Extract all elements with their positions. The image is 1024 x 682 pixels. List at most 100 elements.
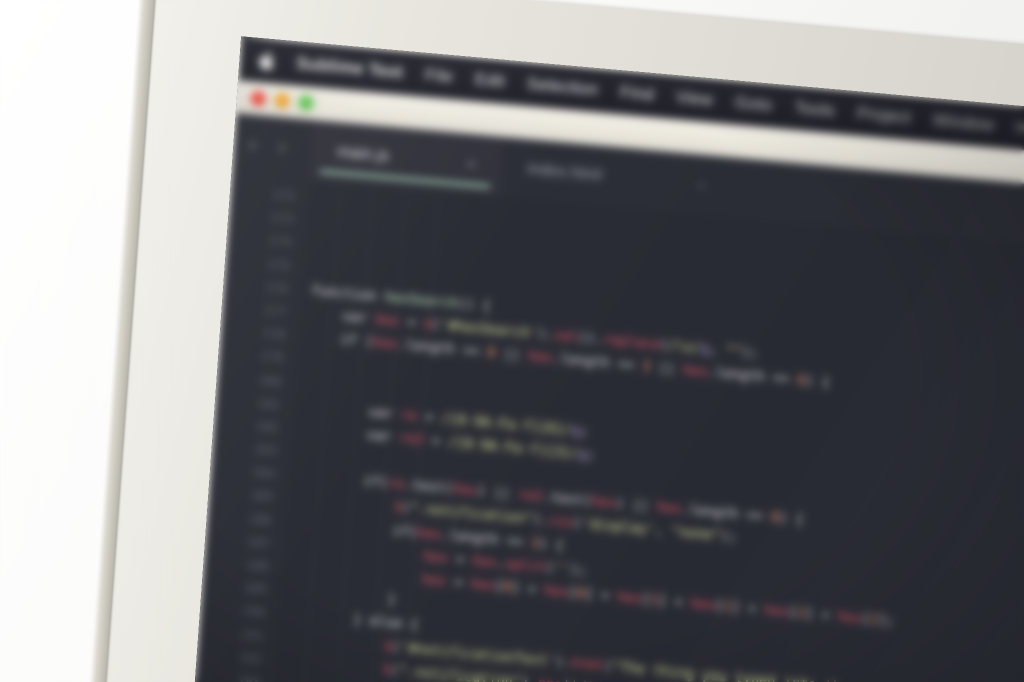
code-token: .length [551,350,619,373]
code-token: () { [457,295,492,315]
code-token: hex [471,552,498,571]
code-token: hex [527,348,554,367]
menu-item-selection[interactable]: Selection [526,74,599,100]
code-token: hex [656,499,682,518]
code-token: ); [719,528,738,546]
tab-label: index.html [526,160,603,184]
menu-item-help[interactable]: Help [1015,118,1024,141]
code-token: if( [297,467,389,492]
code-token: function [310,282,386,305]
laptop-device: Sublime Text File Edit Selection Find Vi… [85,0,1024,682]
code-token: hex [837,608,863,627]
code-token: ) || [615,495,658,516]
code-token: .test( [542,489,593,510]
code-token: hex [543,582,570,601]
code-token: ) || [476,483,519,504]
code-token: .length [440,526,508,549]
code-token: hex [470,575,496,595]
code-token: ; [586,446,596,464]
code-token: '' [553,560,571,578]
menu-item-window[interactable]: Window [932,110,995,135]
code-token: ). [554,653,573,671]
code-token: .length [706,364,774,387]
code-token: re [400,406,418,425]
code-token: if [307,328,366,350]
code-token: ); [741,344,759,362]
code-token: ] + [804,605,839,625]
code-token: ) { [538,535,565,554]
menu-item-project[interactable]: Project [856,103,911,128]
code-content[interactable]: function hexSearch() { var hex = $('#hex… [265,179,1024,682]
menu-item-sublime-text[interactable]: Sublime Text [296,53,404,82]
code-token: hex [616,589,643,608]
code-token: , [708,341,727,359]
laptop-screen: Sublime Text File Edit Selection Find Vi… [191,36,1024,682]
code-token: , [654,522,672,540]
menu-item-edit[interactable]: Edit [474,69,505,92]
code-token: hex [690,595,716,614]
zoom-button[interactable] [298,94,315,112]
code-token: re2 [517,487,544,506]
code-token: (). [578,329,604,348]
code-token: ). [537,325,555,344]
code-token: ). [532,511,550,530]
close-button[interactable] [250,90,267,107]
menu-item-file[interactable]: File [424,65,453,87]
menu-item-goto[interactable]: Goto [734,93,773,116]
code-token: = [416,408,443,427]
code-token: var [308,305,376,328]
minimize-button[interactable] [274,92,291,109]
code-token: .test( [403,476,454,498]
code-token: == [617,356,643,375]
code-token: ). [521,674,538,682]
code-token: ] + [510,579,545,599]
code-token: .length [397,336,464,359]
code-token: css [548,513,575,532]
code-token: ]; [877,612,896,630]
code-token: hex [452,481,478,500]
code-token: ; [579,422,589,440]
code-token: css [537,675,563,682]
code-token: /\s/ [667,337,702,357]
code-token: ] + [657,592,692,612]
screenshot-stage: Sublime Text File Edit Selection Find Vi… [0,0,1024,682]
nav-back-icon[interactable]: ‹ [249,133,258,158]
code-token: || [494,345,529,365]
menu-item-view[interactable]: View [675,87,714,110]
code-token: == [772,370,798,389]
code-token: ] + [731,599,765,619]
code-token: == [506,532,532,551]
code-token: .length [680,501,748,524]
code-token: = [445,573,472,592]
code-token: hex [763,602,790,621]
code-token: ); [569,561,588,579]
tab-close-icon[interactable]: × [697,177,706,193]
code-token: re [387,475,405,493]
code-token: hexSearch [384,288,459,312]
code-token: val [553,327,580,346]
menu-item-tools[interactable]: Tools [794,98,836,122]
tab-nav-arrows: ‹ › [233,131,312,162]
code-token: ] + [584,586,619,605]
code-token: "none" [670,524,721,545]
code-token: = [398,313,425,332]
code-token: html [571,654,605,674]
code-token: var [300,421,400,446]
code-token: hex [372,334,399,353]
apple-logo-icon[interactable] [257,50,275,71]
code-token: hex [682,362,709,381]
code-token: hex [416,524,442,543]
nav-forward-icon[interactable]: › [278,135,287,160]
code-token: ) { [778,510,805,529]
code-token: = [423,432,449,451]
menu-item-find[interactable]: Find [619,82,655,105]
tab-close-icon[interactable]: × [466,155,476,173]
code-token: hex [590,493,617,512]
code-editor[interactable]: 172 173 174 175 176 177 178 179 180 181 182 183 184 1… [191,173,1024,682]
code-token: hex [374,311,400,330]
code-token: "" [724,342,743,361]
code-token: split [504,555,547,576]
code-token: re2 [398,429,425,449]
code-token: || [649,359,684,379]
code-token: replace [602,331,661,353]
